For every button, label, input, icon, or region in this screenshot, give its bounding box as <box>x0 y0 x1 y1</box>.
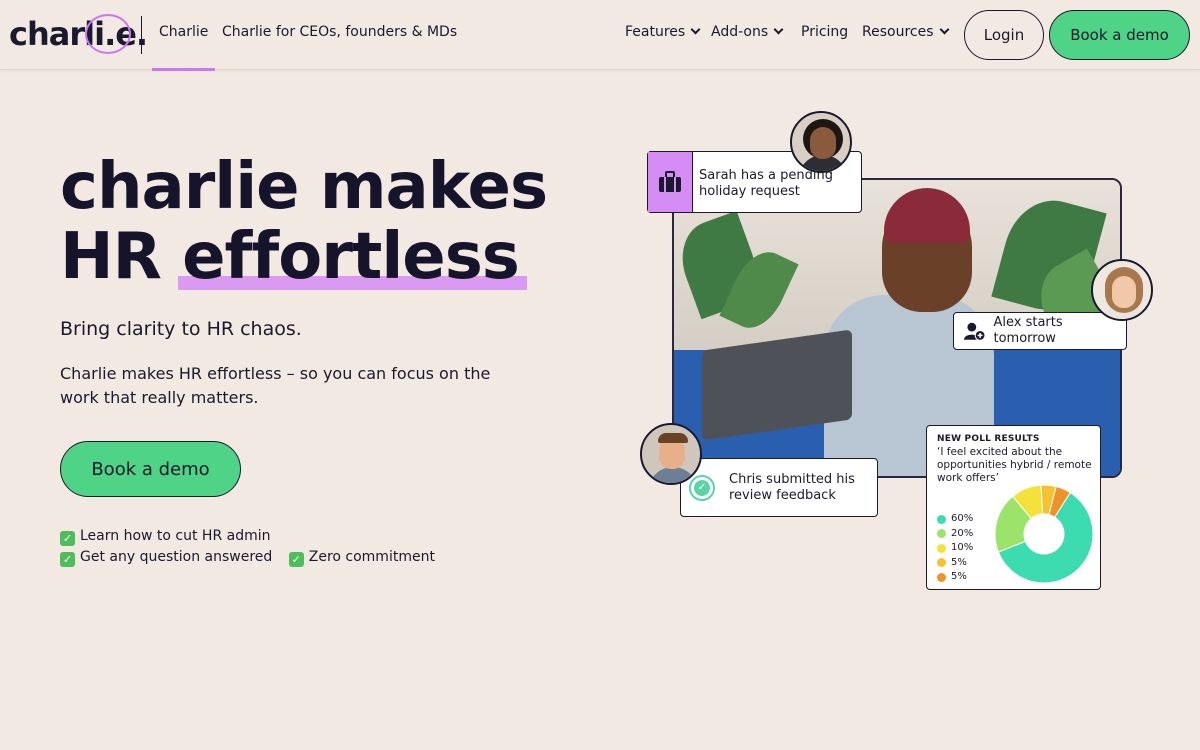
poll-results-card: NEW POLL RESULTS ‘I feel excited about t… <box>926 425 1101 590</box>
headline-line-2: HR effortless <box>60 222 547 292</box>
avatar-shoulders <box>648 467 698 483</box>
login-button[interactable]: Login <box>964 10 1044 60</box>
hero-subheading: Bring clarity to HR chaos. <box>60 318 302 340</box>
check-icon: ✓ <box>288 552 304 567</box>
legend-label: 20% <box>951 527 974 539</box>
poll-title: NEW POLL RESULTS <box>937 434 1040 444</box>
benefit-label: Get any question answered <box>80 549 273 565</box>
briefcase-icon <box>648 152 693 212</box>
charlie-logo[interactable]: charli.e. <box>9 12 148 56</box>
benefit-label: Learn how to cut HR admin <box>80 528 271 544</box>
headline-highlight-word: effortless <box>178 220 527 294</box>
legend-label: 60% <box>951 513 974 524</box>
chevron-down-icon <box>773 24 784 35</box>
benefit-item: ✓ Get any question answered <box>60 549 273 567</box>
nav-menu-add-ons[interactable]: Add-ons <box>711 24 784 40</box>
legend-dot <box>937 543 946 553</box>
legend-row: 5% <box>937 570 973 585</box>
active-nav-indicator <box>152 68 215 71</box>
book-demo-nav-button[interactable]: Book a demo <box>1049 10 1190 60</box>
legend-row: 20% <box>937 527 973 542</box>
benefit-item: ✓ Zero commitment <box>288 549 435 567</box>
benefit-label: Zero commitment <box>308 549 435 565</box>
nav-link-charlie[interactable]: Charlie <box>159 24 208 40</box>
nav-divider <box>141 16 142 54</box>
avatar-hair <box>658 433 688 443</box>
hero-headline: charlie makes HR effortless <box>60 150 548 292</box>
add-user-icon <box>964 322 986 341</box>
nav-link-ceos-founders[interactable]: Charlie for CEOs, founders & MDs <box>222 24 457 40</box>
headline-word-effortless: effortless <box>182 220 520 294</box>
nav-features-label: Features <box>625 24 686 40</box>
nav-menu-features[interactable]: Features <box>625 24 701 40</box>
poll-question: ‘I feel excited about the opportunities … <box>937 446 1092 484</box>
legend-dot <box>937 514 946 524</box>
logo-ring-decoration <box>85 14 131 54</box>
book-demo-hero-button[interactable]: Book a demo <box>60 441 241 497</box>
legend-label: 5% <box>951 571 967 582</box>
benefits-list: ✓ Learn how to cut HR admin ✓ Get any ques… <box>60 526 450 568</box>
nav-menu-resources[interactable]: Resources <box>862 24 949 40</box>
legend-dot <box>937 529 946 539</box>
sarah-avatar <box>790 111 852 173</box>
avatar-face <box>1112 276 1136 308</box>
legend-label: 5% <box>951 556 967 568</box>
avatar-face <box>810 127 836 159</box>
legend-row: 5% <box>937 556 973 571</box>
hero-body-text: Charlie makes HR effortless – so you can… <box>60 364 491 407</box>
chevron-down-icon <box>939 24 949 35</box>
headline-word-hr: HR <box>60 220 162 294</box>
legend-row: 60% <box>937 512 973 527</box>
benefit-item: ✓ Learn how to cut HR admin <box>60 528 271 546</box>
poll-legend: 60% 20% 10% 5% 5% <box>937 512 973 585</box>
poll-donut-chart <box>994 484 1094 584</box>
alex-avatar <box>1091 259 1153 321</box>
chris-avatar <box>640 423 702 485</box>
headline-line-1: charlie makes <box>60 150 548 224</box>
new-starter-text: Alex starts tomorrow <box>993 315 1063 346</box>
nav-link-pricing[interactable]: Pricing <box>801 24 848 40</box>
top-navigation: charli.e. Charlie Charlie for CEOs, foun… <box>0 0 1200 71</box>
nav-resources-label: Resources <box>862 24 934 40</box>
legend-dot <box>937 572 946 582</box>
legend-dot <box>937 558 946 568</box>
legend-row: 10% <box>937 541 973 556</box>
check-icon: ✓ <box>60 531 75 546</box>
nav-add-ons-label: Add-ons <box>711 24 769 40</box>
check-mark: ✓ <box>694 479 710 496</box>
review-feedback-text: Chris submitted his review feedback <box>729 471 855 503</box>
review-feedback-card: ✓ Chris submitted his review feedback <box>680 458 878 517</box>
chevron-down-icon <box>690 24 701 35</box>
legend-label: 10% <box>951 542 974 553</box>
check-icon: ✓ <box>60 552 75 567</box>
